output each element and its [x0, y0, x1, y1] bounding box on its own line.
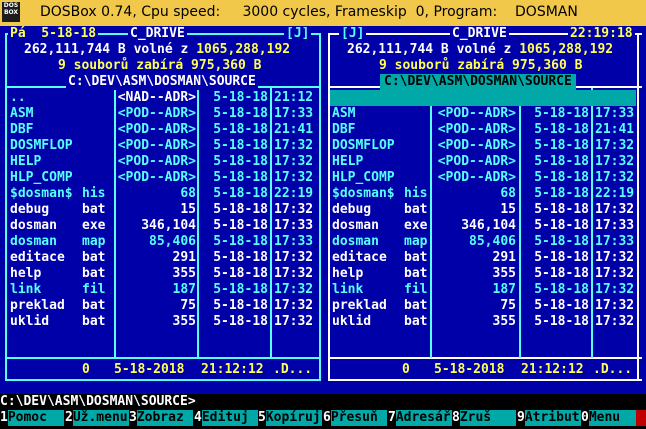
- function-key-number: 1: [0, 410, 8, 425]
- right-panel[interactable]: [J] C_DRIVE 22:19:18 262,111,744 B volné…: [323, 26, 646, 394]
- function-key-label: Adresář: [395, 410, 452, 426]
- file-row[interactable]: [7, 218, 319, 234]
- file-row[interactable]: [7, 122, 319, 138]
- file-row[interactable]: [7, 266, 319, 282]
- function-key-number: 6: [323, 410, 331, 425]
- function-key-label: Edituj: [201, 410, 258, 426]
- right-panel-toggle[interactable]: [J]: [339, 26, 367, 42]
- left-panel-footer-date: 5-18-2018: [114, 362, 185, 377]
- function-key-label: Už.menu: [72, 410, 129, 426]
- left-panel-footer-name: .D...: [273, 362, 313, 377]
- left-panel-footer-time: 21:12:12: [201, 362, 264, 377]
- file-row[interactable]: [330, 282, 636, 298]
- file-row[interactable]: [7, 298, 319, 314]
- right-panel-footer-time: 21:12:12: [521, 362, 584, 377]
- function-key-5[interactable]: 5Kopíruj: [258, 410, 322, 426]
- right-panel-footer-name: .D...: [593, 362, 633, 377]
- dosbox-app-icon[interactable]: DOS BOX: [2, 2, 20, 22]
- function-key-number: 8: [452, 410, 460, 425]
- free-space-label: 262,111,744 B volné z: [347, 42, 520, 57]
- free-space-total: 1065,288,192: [196, 42, 291, 57]
- function-key-number: 7: [388, 410, 396, 425]
- function-key-9[interactable]: 9Atribut: [517, 410, 581, 426]
- left-panel-files-summary: 9 souborů zabírá 975,360 B: [58, 58, 262, 73]
- window-title: DOSBox 0.74, Cpu speed: 3000 cycles, Fra…: [40, 4, 578, 20]
- file-row[interactable]: [7, 250, 319, 266]
- file-row[interactable]: [7, 170, 319, 186]
- free-space-total: 1065,288,192: [519, 42, 614, 57]
- function-key-label: Zobraz: [136, 410, 193, 426]
- right-panel-drive: C_DRIVE: [450, 26, 509, 42]
- function-key-number: 3: [129, 410, 137, 425]
- right-panel-clock: 22:19:18: [568, 26, 635, 42]
- left-panel[interactable]: Pá 5-18-18 C_DRIVE [J] 262,111,744 B vol…: [0, 26, 323, 394]
- file-row[interactable]: [330, 266, 636, 282]
- left-panel-toggle[interactable]: [J]: [284, 26, 312, 42]
- file-row[interactable]: [7, 202, 319, 218]
- function-key-number: 4: [194, 410, 202, 425]
- function-bar-end-marker: [636, 410, 646, 426]
- right-panel-free-space: 262,111,744 B volné z 1065,288,192: [347, 42, 613, 58]
- file-row[interactable]: [330, 154, 636, 170]
- function-key-6[interactable]: 6Přesuň: [323, 410, 387, 426]
- function-key-4[interactable]: 4Edituj: [194, 410, 258, 426]
- function-key-label: Zruš: [459, 410, 516, 426]
- right-panel-files-summary: 9 souborů zabírá 975,360 B: [379, 58, 583, 73]
- file-row[interactable]: [330, 106, 636, 122]
- file-row[interactable]: [330, 250, 636, 266]
- function-key-number: 5: [258, 410, 266, 425]
- window-titlebar: DOS BOX DOSBox 0.74, Cpu speed: 3000 cyc…: [0, 0, 646, 26]
- left-panel-free-space: 262,111,744 B volné z 1065,288,192: [24, 42, 290, 58]
- file-row[interactable]: [7, 186, 319, 202]
- command-line[interactable]: C:\DEV\ASM\DOSMAN\SOURCE>: [0, 394, 646, 410]
- function-key-2[interactable]: 2Už.menu: [65, 410, 129, 426]
- file-row[interactable]: [7, 234, 319, 250]
- function-key-label: Pomoc: [7, 410, 64, 426]
- selection-bar: [330, 90, 636, 106]
- right-panel-footer-date: 5-18-2018: [434, 362, 505, 377]
- function-key-number: 0: [581, 410, 589, 425]
- file-row[interactable]: [330, 122, 636, 138]
- file-row[interactable]: [7, 154, 319, 170]
- file-row[interactable]: [330, 218, 636, 234]
- file-row[interactable]: [330, 138, 636, 154]
- file-row[interactable]: [330, 170, 636, 186]
- right-panel-footer-count: 0: [402, 362, 410, 377]
- function-key-7[interactable]: 7Adresář: [388, 410, 452, 426]
- file-row[interactable]: [7, 138, 319, 154]
- file-row[interactable]: [330, 314, 636, 330]
- function-key-8[interactable]: 8Zruš: [452, 410, 516, 426]
- function-key-label: Atribut: [524, 410, 581, 426]
- function-key-bar: 1Pomoc 2Už.menu 3Zobraz 4Edituj 5Kopíruj 6Pře…: [0, 410, 646, 426]
- file-row[interactable]: [330, 202, 636, 218]
- function-key-1[interactable]: 1Pomoc: [0, 410, 64, 426]
- file-row[interactable]: [7, 314, 319, 330]
- right-panel-path: C:\DEV\ASM\DOSMAN\SOURCE: [380, 74, 576, 90]
- file-row[interactable]: [7, 282, 319, 298]
- app-icon-label: DOS BOX: [3, 2, 19, 16]
- dos-screen: Pá 5-18-18 C_DRIVE [J] 262,111,744 B vol…: [0, 26, 646, 429]
- function-key-number: 9: [517, 410, 525, 425]
- free-space-label: 262,111,744 B volné z: [24, 42, 197, 57]
- left-panel-footer-count: 0: [82, 362, 90, 377]
- file-row[interactable]: [7, 106, 319, 122]
- file-row[interactable]: [330, 234, 636, 250]
- left-panel-drive: C_DRIVE: [128, 26, 187, 42]
- function-key-3[interactable]: 3Zobraz: [129, 410, 193, 426]
- file-row[interactable]: [330, 186, 636, 202]
- left-panel-date: Pá 5-18-18: [8, 26, 99, 42]
- file-row[interactable]: [7, 90, 319, 106]
- function-key-label: Přesuň: [330, 410, 387, 426]
- function-key-label: Kopíruj: [265, 410, 322, 426]
- file-row[interactable]: [330, 298, 636, 314]
- left-panel-path: C:\DEV\ASM\DOSMAN\SOURCE: [66, 74, 258, 90]
- function-key-number: 2: [65, 410, 73, 425]
